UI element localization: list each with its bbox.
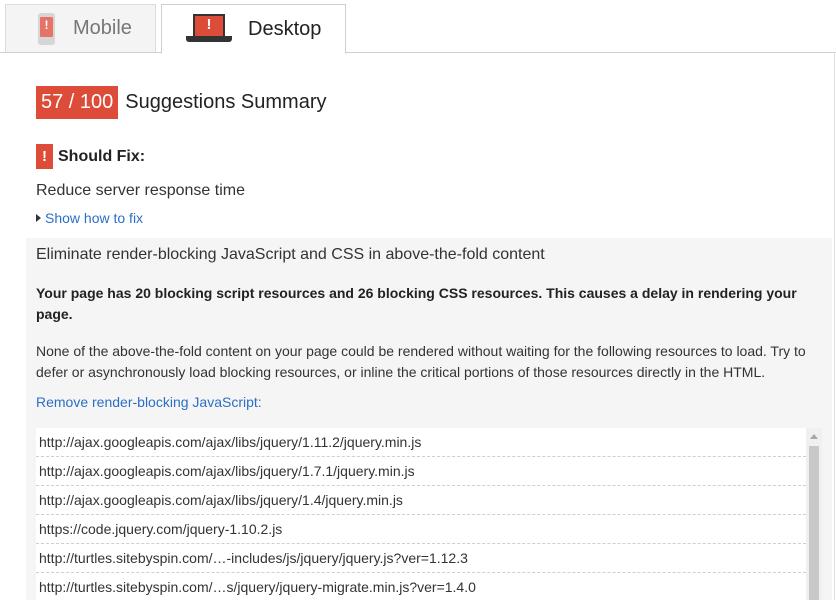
- url-list-item: http://turtles.sitebyspin.com/…-includes…: [36, 544, 806, 573]
- panel-border: [834, 52, 835, 600]
- caret-right-icon: [36, 214, 41, 222]
- score-badge: 57 / 100: [36, 86, 119, 119]
- warning-icon: !: [36, 144, 53, 169]
- score-header: 57 / 100 Suggestions Summary: [36, 86, 327, 119]
- scrollbar-thumb[interactable]: [809, 446, 819, 600]
- url-list-item: http://ajax.googleapis.com/ajax/libs/jqu…: [36, 486, 806, 515]
- url-list-item: https://code.jquery.com/jquery-1.10.2.js: [36, 515, 806, 544]
- rule-title-server-response: Reduce server response time: [36, 182, 245, 199]
- url-list-item: http://turtles.sitebyspin.com/…s/jquery/…: [36, 573, 806, 600]
- tab-desktop-label: Desktop: [248, 17, 322, 40]
- page-title: Suggestions Summary: [125, 91, 327, 113]
- rule-summary: Your page has 20 blocking script resourc…: [36, 285, 797, 322]
- tab-mobile-label: Mobile: [73, 17, 132, 39]
- tab-mobile[interactable]: ! Mobile: [5, 4, 156, 52]
- show-how-to-fix-label: Show how to fix: [45, 210, 144, 226]
- should-fix-header: ! Should Fix:: [36, 144, 145, 169]
- remove-render-blocking-js-link[interactable]: Remove render-blocking JavaScript:: [36, 394, 262, 410]
- scroll-up-arrow-icon[interactable]: [810, 434, 818, 439]
- resource-url-list[interactable]: http://ajax.googleapis.com/ajax/libs/jqu…: [36, 428, 806, 600]
- mobile-phone-icon: !: [38, 12, 55, 45]
- tab-bar: ! Mobile ! Desktop: [0, 0, 836, 54]
- tab-desktop[interactable]: ! Desktop: [161, 4, 346, 54]
- rule-description: None of the above-the-fold content on yo…: [36, 343, 806, 380]
- should-fix-label: Should Fix:: [58, 147, 146, 165]
- laptop-icon: !: [186, 14, 234, 44]
- url-list-item: http://ajax.googleapis.com/ajax/libs/jqu…: [36, 428, 806, 457]
- tab-divider: [0, 52, 836, 53]
- url-list-item: http://ajax.googleapis.com/ajax/libs/jqu…: [36, 457, 806, 486]
- rule-title-render-blocking: Eliminate render-blocking JavaScript and…: [36, 246, 545, 263]
- url-list-scrollbar[interactable]: [806, 428, 822, 600]
- show-how-to-fix-link[interactable]: Show how to fix: [36, 210, 143, 226]
- expanded-rule-panel: Eliminate render-blocking JavaScript and…: [26, 238, 832, 600]
